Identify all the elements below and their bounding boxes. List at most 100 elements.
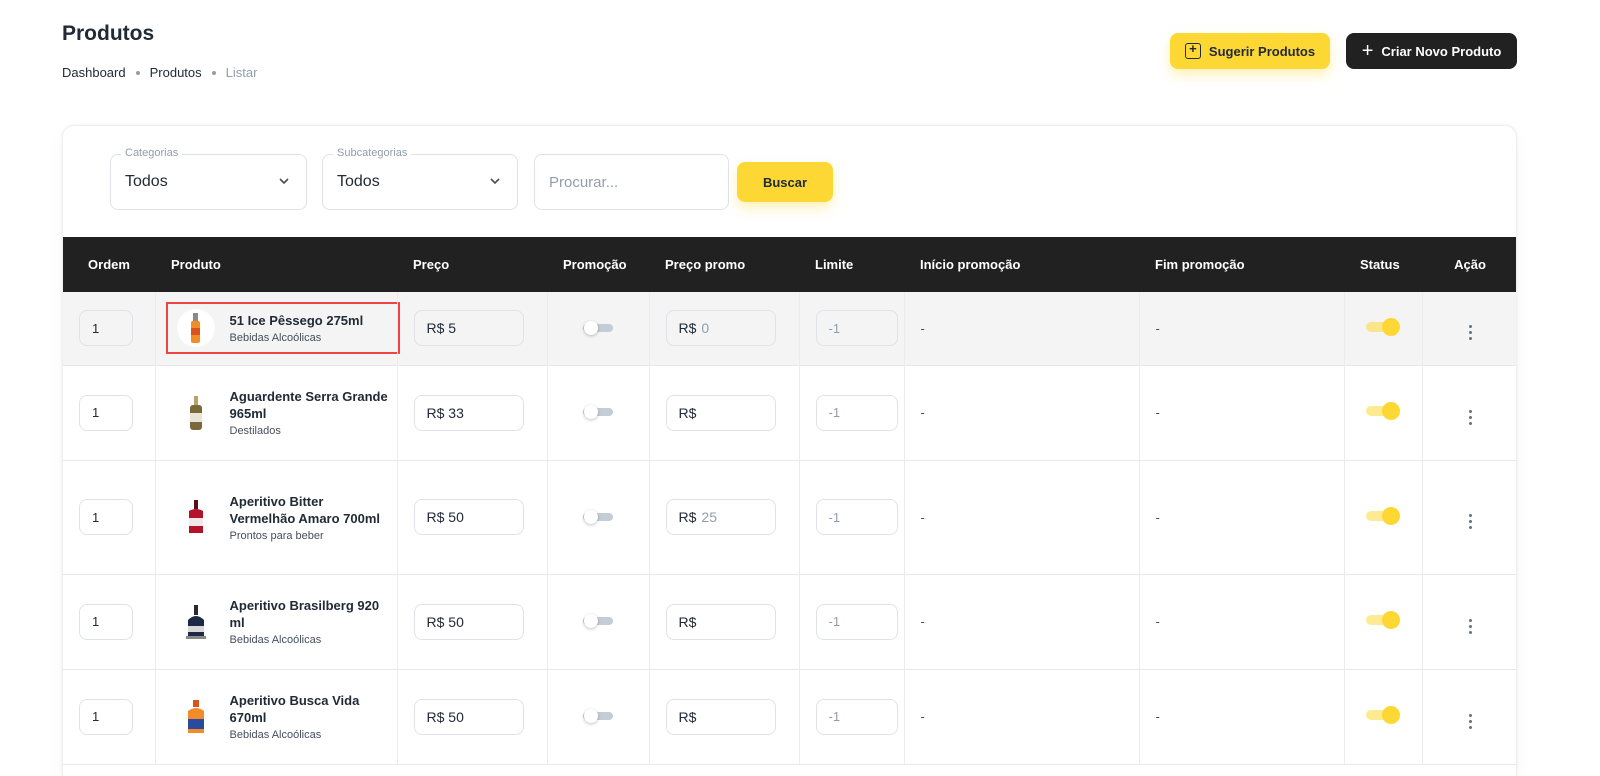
products-table: Ordem Produto Preço Promoção Preço promo… [63, 237, 1516, 765]
promo-start-cell: - [904, 574, 1140, 669]
status-toggle[interactable] [1366, 317, 1400, 336]
column-preco[interactable]: Preço [397, 237, 547, 292]
product-cell[interactable]: Aguardente Serra Grande 965ml Destilados [166, 382, 400, 443]
column-produto[interactable]: Produto [155, 237, 397, 292]
order-input[interactable]: 1 [79, 310, 133, 347]
promotion-toggle[interactable] [583, 708, 613, 723]
price-value: 33 [448, 404, 464, 421]
column-preco-promo[interactable]: Preço promo [649, 237, 799, 292]
table-row[interactable]: 1 Aperitivo Brasilberg 920 ml Bebidas Al… [63, 574, 1516, 669]
limit-input[interactable]: -1 [815, 603, 898, 640]
price-input[interactable]: R$ 50 [413, 698, 524, 735]
create-product-label: Criar Novo Produto [1381, 43, 1502, 59]
product-image [176, 308, 216, 348]
limit-input[interactable]: -1 [815, 698, 898, 735]
column-acao: Ação [1454, 257, 1486, 272]
column-fim-promocao[interactable]: Fim promoção [1139, 237, 1344, 292]
order-input[interactable]: 1 [79, 499, 133, 535]
chevron-down-icon [490, 178, 500, 185]
table-row[interactable]: 1 Aperitivo Busca Vida 670ml Bebidas Alc… [63, 669, 1516, 764]
promotion-toggle[interactable] [583, 320, 613, 335]
breadcrumb-separator [135, 70, 140, 75]
currency-label: R$ [426, 708, 445, 725]
order-input[interactable]: 1 [79, 698, 133, 735]
promo-price-input[interactable]: R$ [665, 698, 776, 735]
column-inicio-promocao[interactable]: Início promoção [904, 237, 1139, 292]
column-limite[interactable]: Limite [799, 237, 904, 292]
search-input[interactable] [534, 154, 729, 210]
product-category: Prontos para beber [229, 529, 324, 542]
promo-price-input[interactable]: R$ 0 [665, 310, 776, 347]
category-legend: Categorias [121, 147, 183, 159]
promo-end-cell: - [1139, 292, 1345, 365]
promotion-toggle[interactable] [583, 509, 613, 524]
suggest-products-button[interactable]: Sugerir Produtos [1170, 33, 1330, 69]
promo-price-input[interactable]: R$ [665, 603, 776, 640]
currency-label: R$ [426, 509, 445, 525]
product-cell[interactable]: Aperitivo Brasilberg 920 ml Bebidas Alco… [166, 591, 400, 652]
status-toggle[interactable] [1366, 402, 1400, 420]
status-toggle[interactable] [1366, 706, 1400, 724]
table-header: Ordem Produto Preço Promoção Preço promo… [63, 237, 1516, 292]
column-status[interactable]: Status [1344, 237, 1422, 292]
table-row[interactable]: 1 Aperitivo Bitter Vermelhão Amaro 700ml… [63, 460, 1516, 574]
breadcrumb-products[interactable]: Produtos [150, 65, 202, 80]
promotion-toggle[interactable] [583, 613, 613, 628]
table-row[interactable]: 1 Aguardente Serra Grande 965ml Destilad… [63, 365, 1516, 460]
more-vertical-icon[interactable] [1468, 325, 1472, 341]
search-button[interactable]: Buscar [737, 162, 833, 202]
price-value: 50 [448, 509, 464, 525]
column-promocao[interactable]: Promoção [547, 237, 649, 292]
currency-label: R$ [678, 404, 697, 421]
more-vertical-icon[interactable] [1468, 713, 1472, 729]
price-input[interactable]: R$ 50 [413, 603, 524, 640]
limit-input[interactable]: -1 [815, 394, 898, 431]
column-ordem[interactable]: Ordem [63, 237, 155, 292]
product-name: Aperitivo Brasilberg 920 ml [229, 598, 380, 630]
promo-start-cell: - [904, 365, 1140, 460]
breadcrumb-separator [211, 70, 216, 75]
product-image [176, 697, 216, 737]
currency-label: R$ [678, 509, 697, 525]
page-title: Produtos [62, 22, 155, 45]
status-toggle[interactable] [1366, 506, 1400, 525]
currency-label: R$ [426, 613, 445, 630]
promo-price-input[interactable]: R$ [665, 394, 776, 431]
breadcrumb-dashboard[interactable]: Dashboard [62, 65, 126, 80]
price-value: 5 [448, 320, 457, 337]
more-vertical-icon[interactable] [1468, 514, 1472, 529]
order-input[interactable]: 1 [79, 603, 133, 640]
price-value: 50 [448, 708, 464, 725]
promo-price-input[interactable]: R$ 25 [665, 499, 776, 535]
product-category: Bebidas Alcoólicas [229, 634, 322, 646]
price-value: 50 [448, 613, 464, 630]
promo-end-cell: - [1139, 460, 1345, 574]
subcategory-select[interactable]: Subcategorias Todos [322, 147, 518, 210]
promo-price-value: 25 [701, 509, 717, 525]
product-category: Bebidas Alcoólicas [229, 729, 322, 741]
promo-start-cell: - [904, 460, 1140, 574]
more-vertical-icon[interactable] [1468, 409, 1472, 425]
status-toggle[interactable] [1366, 611, 1400, 629]
category-select[interactable]: Categorias Todos [110, 147, 307, 210]
product-cell[interactable]: 51 Ice Pêssego 275ml Bebidas Alcoólicas [165, 302, 400, 355]
currency-label: R$ [678, 708, 697, 725]
price-input[interactable]: R$ 33 [413, 394, 524, 431]
currency-label: R$ [426, 404, 445, 421]
product-name: Aperitivo Bitter Vermelhão Amaro 700ml [229, 493, 381, 526]
order-input[interactable]: 1 [79, 394, 133, 431]
table-row[interactable]: 1 51 Ice Pêssego 275ml Bebidas Alcoólica… [63, 292, 1516, 365]
limit-input[interactable]: -1 [815, 499, 898, 535]
subcategory-value: Todos [337, 173, 380, 190]
more-vertical-icon[interactable] [1468, 618, 1472, 634]
product-image [176, 497, 216, 537]
promotion-toggle[interactable] [583, 404, 613, 419]
price-input[interactable]: R$ 50 [413, 499, 524, 535]
promo-start-cell: - [904, 669, 1140, 764]
limit-input[interactable]: -1 [815, 310, 898, 347]
product-cell[interactable]: Aperitivo Busca Vida 670ml Bebidas Alcoó… [166, 686, 400, 747]
price-input[interactable]: R$ 5 [413, 310, 524, 347]
create-product-button[interactable]: + Criar Novo Produto [1346, 33, 1517, 69]
products-page: Produtos Dashboard Produtos Listar Suger… [0, 0, 1600, 776]
product-cell[interactable]: Aperitivo Bitter Vermelhão Amaro 700ml P… [166, 487, 400, 548]
